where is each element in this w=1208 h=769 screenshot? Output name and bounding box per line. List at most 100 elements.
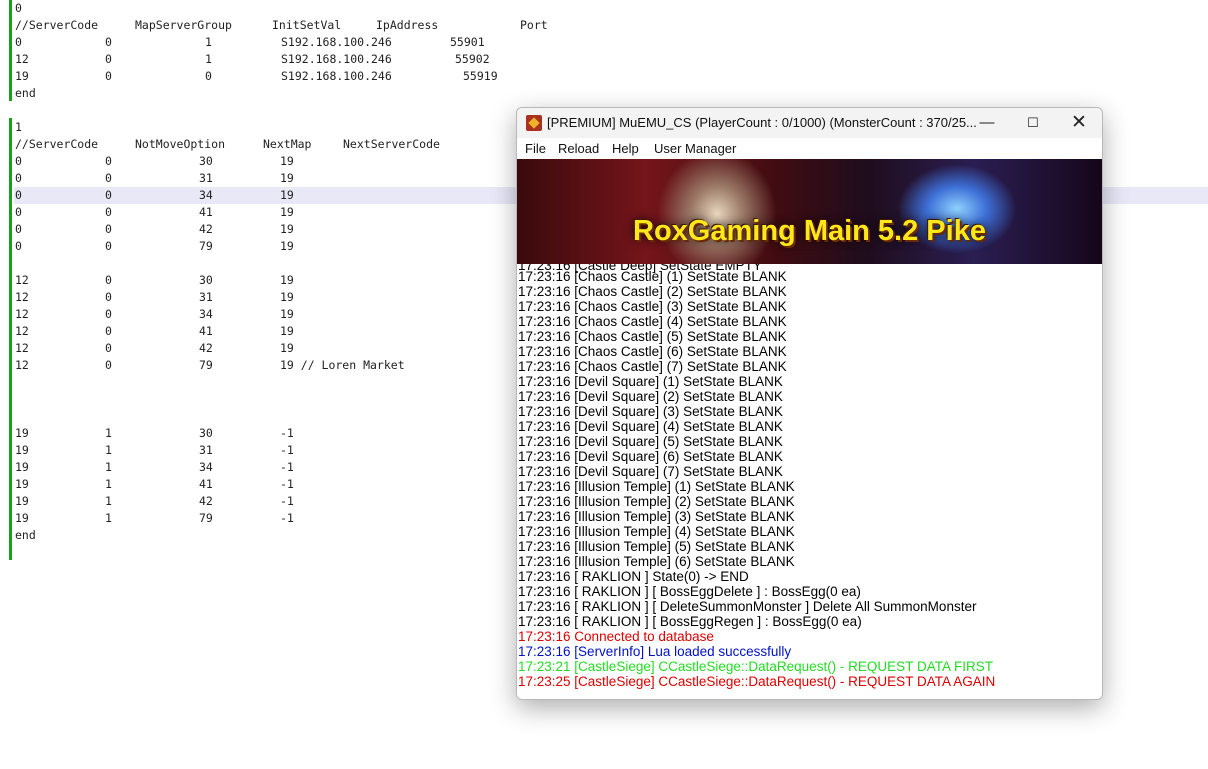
menu-help[interactable]: Help: [612, 141, 639, 156]
code-token: 19: [15, 477, 29, 491]
code-token: 12: [15, 341, 29, 355]
code-line[interactable]: 12 0 42 19: [15, 340, 575, 357]
code-token: end: [15, 86, 36, 100]
window-title: [PREMIUM] MuEMU_CS (PlayerCount : 0/1000…: [547, 115, 977, 130]
code-line[interactable]: 19 1 42 -1: [15, 493, 575, 510]
code-line[interactable]: //ServerCode NotMoveOption NextMap NextServ…: [15, 136, 575, 153]
editor-code[interactable]: 0 //ServerCode MapServerGroup InitSetVal IpA…: [15, 0, 575, 544]
code-line[interactable]: 1: [15, 119, 575, 136]
maximize-button[interactable]: ☐: [1010, 108, 1056, 138]
banner-character-art: [657, 159, 777, 264]
server-log[interactable]: 17:23:16 [Castle Deep] SetState EMPTY 17…: [518, 264, 1101, 699]
code-token: 19: [280, 324, 294, 338]
code-token: -1: [280, 477, 294, 491]
code-token: -1: [280, 511, 294, 525]
code-line[interactable]: [15, 374, 575, 391]
code-line[interactable]: 0 0 42 19: [15, 221, 575, 238]
code-token: MapServerGroup: [135, 18, 232, 32]
code-token: 1: [105, 460, 112, 474]
log-line: 17:23:16 [Devil Square] (4) SetState BLA…: [518, 419, 783, 434]
code-line[interactable]: 12 0 31 19: [15, 289, 575, 306]
code-line[interactable]: 12 0 41 19: [15, 323, 575, 340]
code-token: 42: [199, 494, 213, 508]
code-token: 34: [199, 188, 213, 202]
code-line[interactable]: 12 0 79 19 // Loren Market: [15, 357, 575, 374]
code-token: NextServerCode: [343, 137, 440, 151]
code-line[interactable]: end: [15, 85, 575, 102]
code-token: 19: [15, 426, 29, 440]
log-line: 17:23:16 [ RAKLION ] [ DeleteSummonMonst…: [518, 599, 977, 614]
code-line[interactable]: 19 0 0 S192.168.100.246 55919: [15, 68, 575, 85]
code-token: 0: [105, 52, 112, 66]
code-line[interactable]: 0 0 34 19: [15, 187, 575, 204]
code-token: -1: [280, 460, 294, 474]
code-line[interactable]: 19 1 34 -1: [15, 459, 575, 476]
code-line[interactable]: [15, 102, 575, 119]
menu-file[interactable]: File: [525, 141, 546, 156]
server-window[interactable]: [PREMIUM] MuEMU_CS (PlayerCount : 0/1000…: [516, 107, 1103, 700]
log-line: 17:23:16 [Illusion Temple] (4) SetState …: [518, 524, 795, 539]
code-token: 31: [199, 171, 213, 185]
log-line: 17:23:16 [Chaos Castle] (1) SetState BLA…: [518, 269, 787, 284]
log-line: 17:23:16 [Devil Square] (6) SetState BLA…: [518, 449, 783, 464]
code-line[interactable]: [15, 255, 575, 272]
code-token: 0: [15, 35, 22, 49]
code-line[interactable]: 12 0 30 19: [15, 272, 575, 289]
log-line: 17:23:16 [Illusion Temple] (6) SetState …: [518, 554, 795, 569]
code-token: -1: [280, 494, 294, 508]
log-line: 17:23:16 [ RAKLION ] [ BossEggDelete ] :…: [518, 584, 861, 599]
code-token: S192.168.100.246: [281, 52, 392, 66]
code-line[interactable]: 19 1 31 -1: [15, 442, 575, 459]
code-line[interactable]: 0: [15, 0, 575, 17]
code-token: 0: [105, 358, 112, 372]
code-line[interactable]: [15, 391, 575, 408]
code-line[interactable]: 19 1 41 -1: [15, 476, 575, 493]
code-token: 0: [105, 69, 112, 83]
code-line[interactable]: 0 0 41 19: [15, 204, 575, 221]
change-marker: [9, 0, 12, 101]
muemu-app-icon: [526, 115, 542, 131]
code-token: 1: [105, 443, 112, 457]
code-token: S192.168.100.246: [281, 35, 392, 49]
code-token: 1: [205, 52, 212, 66]
code-token: 12: [15, 273, 29, 287]
code-token: 19: [280, 188, 294, 202]
code-line[interactable]: 19 1 30 -1: [15, 425, 575, 442]
code-line[interactable]: 12 0 1 S192.168.100.246 55902: [15, 51, 575, 68]
code-token: 42: [199, 341, 213, 355]
code-token: 19: [280, 171, 294, 185]
log-line: 17:23:16 [ RAKLION ] [ BossEggRegen ] : …: [518, 614, 862, 629]
code-token: 30: [199, 273, 213, 287]
code-token: 1: [105, 494, 112, 508]
code-token: 0: [15, 222, 22, 236]
close-button[interactable]: ✕: [1056, 108, 1102, 138]
log-line: 17:23:16 [Illusion Temple] (5) SetState …: [518, 539, 795, 554]
code-token: 0: [105, 154, 112, 168]
code-token: NextMap: [263, 137, 312, 151]
log-line: 17:23:25 [CastleSiege] CCastleSiege::Dat…: [518, 674, 996, 689]
code-token: 19: [280, 341, 294, 355]
code-line[interactable]: end: [15, 527, 575, 544]
code-token: 19: [280, 154, 294, 168]
minimize-button[interactable]: —: [964, 108, 1010, 138]
code-line[interactable]: 0 0 30 19: [15, 153, 575, 170]
code-token: 1: [15, 120, 22, 134]
code-line[interactable]: 0 0 79 19: [15, 238, 575, 255]
code-line[interactable]: 12 0 34 19: [15, 306, 575, 323]
code-line[interactable]: //ServerCode MapServerGroup InitSetVal IpAd…: [15, 17, 575, 34]
menu-user-manager[interactable]: User Manager: [654, 141, 736, 156]
code-line[interactable]: 0 0 1 S192.168.100.246 55901: [15, 34, 575, 51]
code-token: 30: [199, 154, 213, 168]
code-token: 55902: [455, 52, 490, 66]
code-line[interactable]: 19 1 79 -1: [15, 510, 575, 527]
code-token: 31: [199, 290, 213, 304]
code-token: 0: [15, 154, 22, 168]
code-token: 0: [15, 239, 22, 253]
title-bar[interactable]: [PREMIUM] MuEMU_CS (PlayerCount : 0/1000…: [517, 108, 1102, 138]
menu-reload[interactable]: Reload: [558, 141, 599, 156]
code-line[interactable]: [15, 408, 575, 425]
code-line[interactable]: 0 0 31 19: [15, 170, 575, 187]
code-token: 19: [15, 511, 29, 525]
code-token: //ServerCode: [15, 137, 99, 151]
log-line: 17:23:16 [ RAKLION ] State(0) -> END: [518, 569, 749, 584]
